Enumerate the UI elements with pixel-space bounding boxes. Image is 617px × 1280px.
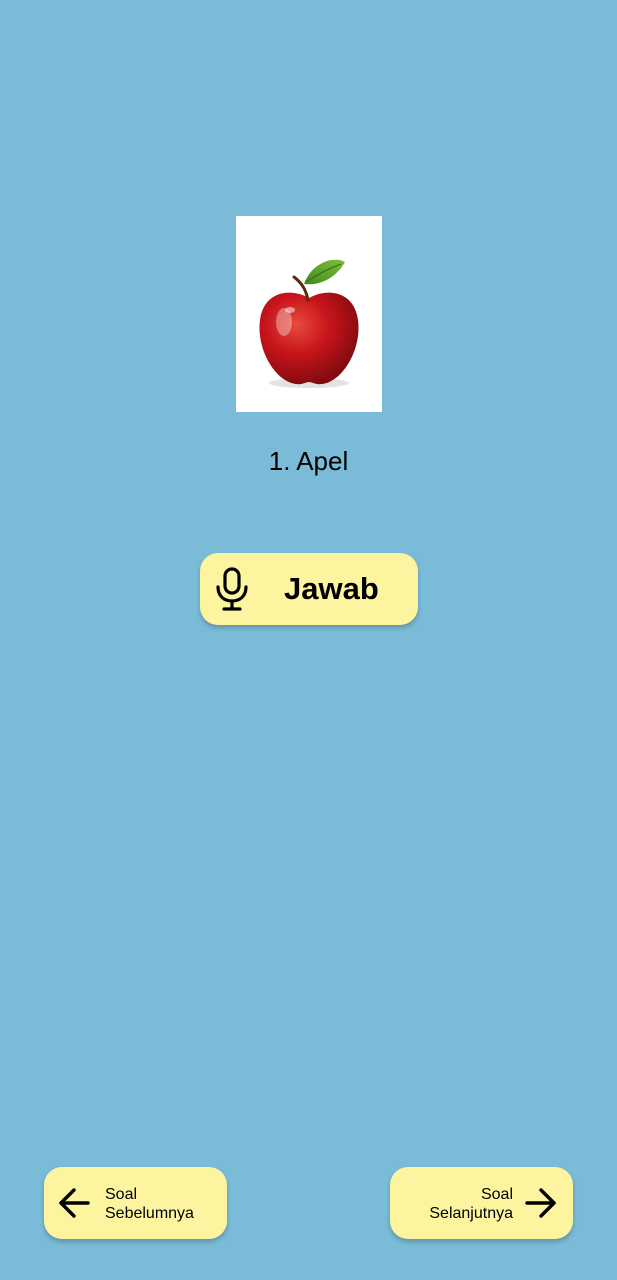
microphone-icon	[216, 567, 248, 611]
apple-image	[259, 259, 359, 388]
answer-button[interactable]: Jawab	[200, 553, 418, 625]
previous-question-button[interactable]: Soal Sebelumnya	[44, 1167, 227, 1239]
arrow-right-icon	[525, 1188, 556, 1218]
next-question-button[interactable]: Soal Selanjutnya	[390, 1167, 573, 1239]
previous-question-label: Soal Sebelumnya	[105, 1186, 194, 1222]
arrow-left-icon	[59, 1188, 90, 1218]
question-image	[236, 216, 382, 412]
next-question-label: Soal Selanjutnya	[429, 1186, 513, 1222]
answer-button-label: Jawab	[284, 571, 379, 606]
question-label: 1. Apel	[268, 446, 349, 476]
